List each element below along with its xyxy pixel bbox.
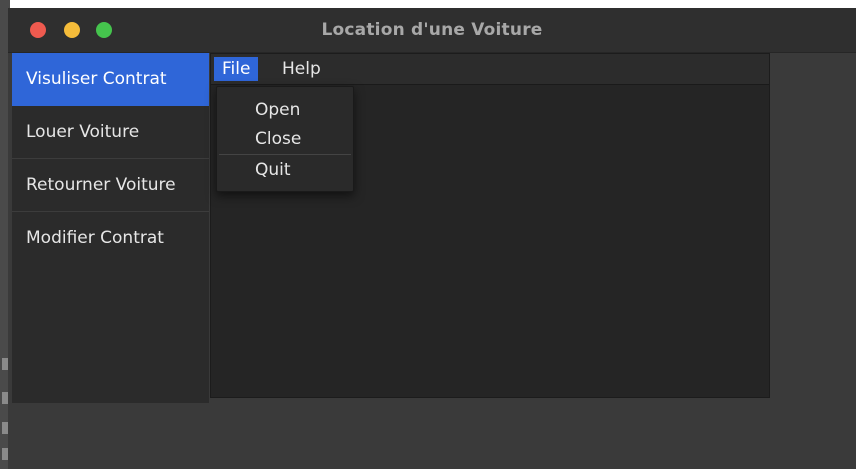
file-menu[interactable]: File xyxy=(214,57,259,81)
sidebar-item-visuliser-contrat[interactable]: Visuliser Contrat xyxy=(12,53,209,106)
menu-item-open[interactable]: Open xyxy=(255,99,300,121)
file-menu-dropdown: Open Close Quit xyxy=(216,86,354,192)
sidebar-item-retourner-voiture[interactable]: Retourner Voiture xyxy=(12,159,209,212)
window-title: Location d'une Voiture xyxy=(321,20,543,40)
window-titlebar[interactable]: Location d'une Voiture xyxy=(8,8,856,53)
sidebar-item-louer-voiture[interactable]: Louer Voiture xyxy=(12,106,209,159)
help-menu[interactable]: Help xyxy=(274,57,329,81)
screen: Location d'une Voiture Visuliser Contrat… xyxy=(0,0,856,469)
app-window: Location d'une Voiture Visuliser Contrat… xyxy=(8,8,856,469)
sidebar: Visuliser Contrat Louer Voiture Retourne… xyxy=(12,53,209,403)
menu-separator xyxy=(219,154,351,155)
menu-item-close[interactable]: Close xyxy=(255,128,301,150)
menu-bar: File Help xyxy=(211,54,769,85)
sidebar-item-modifier-contrat[interactable]: Modifier Contrat xyxy=(12,212,209,265)
menu-item-quit[interactable]: Quit xyxy=(255,159,291,181)
